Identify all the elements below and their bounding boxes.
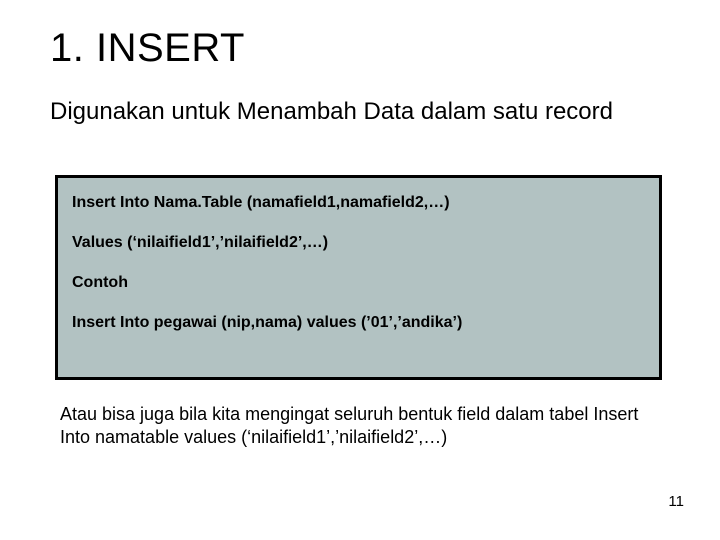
code-line-3: Contoh [72, 274, 645, 292]
code-line-2: Values (‘nilaifield1’,’nilaifield2’,…) [72, 234, 645, 252]
slide-subtitle: Digunakan untuk Menambah Data dalam satu… [50, 97, 650, 127]
code-box: Insert Into Nama.Table (namafield1,namaf… [55, 175, 662, 380]
slide: 1. INSERT Digunakan untuk Menambah Data … [0, 0, 720, 540]
code-line-1: Insert Into Nama.Table (namafield1,namaf… [72, 194, 645, 212]
slide-footnote: Atau bisa juga bila kita mengingat selur… [60, 403, 670, 450]
page-number: 11 [668, 493, 684, 510]
slide-heading: 1. INSERT [50, 26, 245, 71]
code-line-4: Insert Into pegawai (nip,nama) values (’… [72, 314, 645, 332]
